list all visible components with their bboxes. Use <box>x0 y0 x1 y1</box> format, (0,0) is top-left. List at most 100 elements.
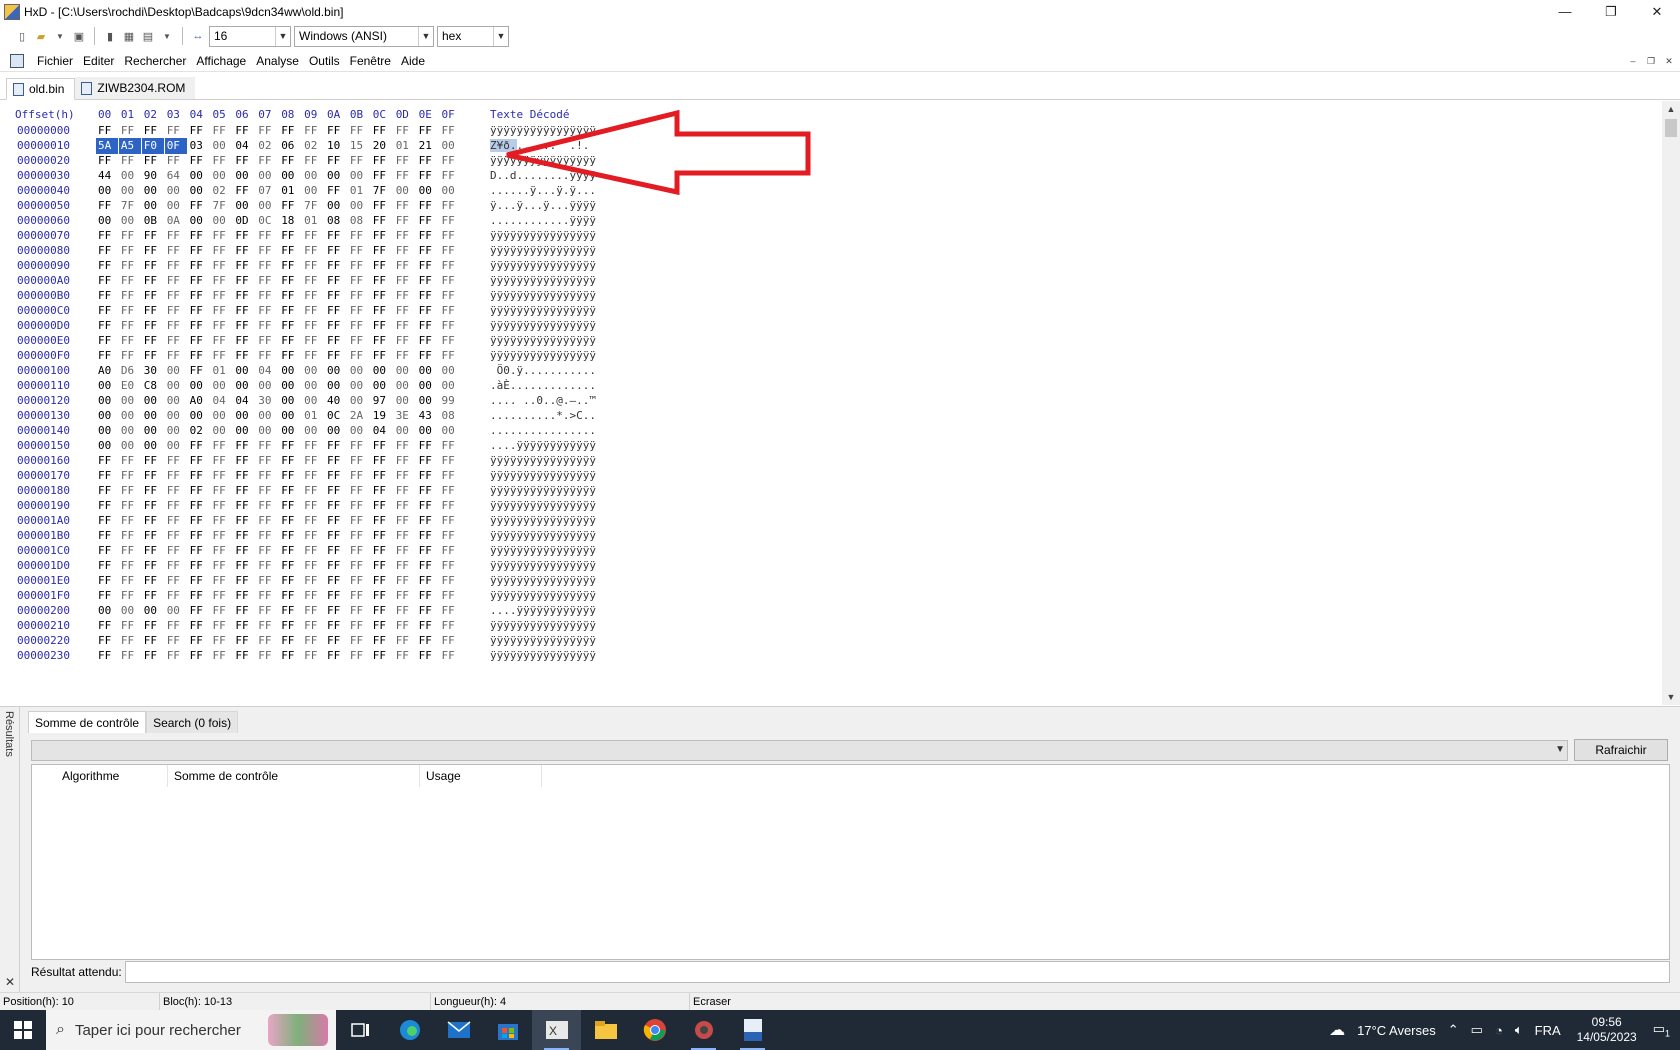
hex-byte[interactable]: 00 <box>419 423 439 439</box>
hex-byte[interactable]: FF <box>442 603 462 619</box>
hex-byte[interactable]: 00 <box>442 138 462 154</box>
hex-byte[interactable]: FF <box>373 528 393 544</box>
hex-byte[interactable]: FF <box>327 528 347 544</box>
hex-byte[interactable]: FF <box>258 258 278 274</box>
hex-byte[interactable]: FF <box>304 468 324 484</box>
hex-byte[interactable]: FF <box>419 273 439 289</box>
hex-byte[interactable]: 0A <box>167 213 187 229</box>
hex-byte[interactable]: FF <box>281 603 301 619</box>
hex-byte[interactable]: 08 <box>350 213 370 229</box>
hex-byte[interactable]: FF <box>167 498 187 514</box>
hex-byte[interactable]: FF <box>190 288 210 304</box>
hex-byte[interactable]: FF <box>190 333 210 349</box>
hex-byte[interactable]: FF <box>442 348 462 364</box>
hex-byte[interactable]: FF <box>121 498 141 514</box>
hex-byte[interactable]: FF <box>98 588 118 604</box>
hex-byte[interactable]: FF <box>98 498 118 514</box>
hex-byte[interactable]: 00 <box>144 183 164 199</box>
hex-byte[interactable]: FF <box>213 243 233 259</box>
hex-byte[interactable]: FF <box>373 288 393 304</box>
task-view-icon[interactable] <box>336 1010 385 1050</box>
hex-byte[interactable]: FF <box>98 633 118 649</box>
hex-byte[interactable]: FF <box>396 258 416 274</box>
hex-byte[interactable]: FF <box>213 558 233 574</box>
decoded-text[interactable]: ÿÿÿÿÿÿÿÿÿÿÿÿÿÿÿÿ <box>490 288 596 304</box>
hex-byte[interactable]: 00 <box>213 408 233 424</box>
hex-byte[interactable]: 7F <box>213 198 233 214</box>
decoded-text[interactable]: ÿÿÿÿÿÿÿÿÿÿÿÿÿÿÿÿ <box>490 588 596 604</box>
hex-byte[interactable]: FF <box>442 303 462 319</box>
hex-byte[interactable]: 10 <box>327 138 347 154</box>
hex-byte[interactable]: FF <box>304 573 324 589</box>
hex-byte[interactable]: FF <box>304 348 324 364</box>
hex-byte[interactable]: 0F <box>164 138 187 154</box>
hex-byte[interactable]: FF <box>304 543 324 559</box>
column-somme-de-controle[interactable]: Somme de contrôle <box>168 765 420 787</box>
hex-byte[interactable]: FF <box>419 558 439 574</box>
hex-byte[interactable]: FF <box>121 633 141 649</box>
weather-icon[interactable]: ☁ <box>1329 1020 1345 1040</box>
hex-byte[interactable]: FF <box>121 453 141 469</box>
taskbar-search[interactable]: ⌕ Taper ici pour rechercher <box>46 1010 336 1050</box>
hex-byte[interactable]: FF <box>373 198 393 214</box>
mdi-close-icon[interactable]: ✕ <box>1662 54 1676 68</box>
hex-byte[interactable]: FF <box>258 453 278 469</box>
hex-byte[interactable]: FF <box>190 528 210 544</box>
hex-byte[interactable]: 00 <box>373 363 393 379</box>
hex-row[interactable]: 00000210 FF FF FF FF FF FF FF FF FF FF FF FF FF FF FF FF… <box>0 618 640 634</box>
hex-byte[interactable]: 97 <box>373 393 393 409</box>
hex-byte[interactable]: FF <box>167 453 187 469</box>
hex-byte[interactable]: 00 <box>350 393 370 409</box>
hex-byte[interactable]: FF <box>373 558 393 574</box>
decoded-text[interactable]: ÿÿÿÿÿÿÿÿÿÿÿÿÿÿÿÿ <box>490 633 596 649</box>
decoded-text[interactable]: ....ÿÿÿÿÿÿÿÿÿÿÿÿ <box>490 438 596 454</box>
hex-byte[interactable]: FF <box>281 198 301 214</box>
chrome-icon[interactable] <box>630 1010 679 1050</box>
hex-byte[interactable]: 00 <box>167 393 187 409</box>
hex-byte[interactable]: 00 <box>167 198 187 214</box>
hex-byte[interactable]: FF <box>373 648 393 664</box>
hex-byte[interactable]: 00 <box>98 393 118 409</box>
hex-byte[interactable]: FF <box>396 303 416 319</box>
hex-byte[interactable]: FF <box>121 288 141 304</box>
hex-byte[interactable]: FF <box>167 303 187 319</box>
hex-byte[interactable]: FF <box>281 648 301 664</box>
hex-byte[interactable]: FF <box>327 453 347 469</box>
close-button[interactable]: ✕ <box>1634 0 1680 23</box>
hex-byte[interactable]: FF <box>396 153 416 169</box>
hex-byte[interactable]: FF <box>190 618 210 634</box>
hex-byte[interactable]: FF <box>121 273 141 289</box>
hex-byte[interactable]: FF <box>190 258 210 274</box>
hex-byte[interactable]: FF <box>396 468 416 484</box>
hex-byte[interactable]: FF <box>258 603 278 619</box>
hex-byte[interactable]: FF <box>144 258 164 274</box>
hex-byte[interactable]: 00 <box>98 423 118 439</box>
new-file-icon[interactable]: ▯ <box>14 28 30 44</box>
decoded-text[interactable]: ÿÿÿÿÿÿÿÿÿÿÿÿÿÿÿÿ <box>490 258 596 274</box>
hex-byte[interactable]: FF <box>121 303 141 319</box>
hex-byte[interactable]: A0 <box>98 363 118 379</box>
hex-byte[interactable]: 00 <box>327 363 347 379</box>
hex-byte[interactable]: FF <box>190 573 210 589</box>
hex-byte[interactable]: FF <box>213 153 233 169</box>
hex-byte[interactable]: FF <box>350 333 370 349</box>
hex-byte[interactable]: FF <box>98 513 118 529</box>
hex-byte[interactable]: FF <box>190 243 210 259</box>
hex-byte[interactable]: FF <box>258 123 278 139</box>
hex-byte[interactable]: FF <box>167 153 187 169</box>
hex-byte[interactable]: FF <box>442 648 462 664</box>
hex-row[interactable]: 000000E0 FF FF FF FF FF FF FF FF FF FF FF FF FF FF FF FF… <box>0 333 640 349</box>
hex-byte[interactable]: FF <box>327 318 347 334</box>
hex-byte[interactable]: FF <box>396 213 416 229</box>
hex-byte[interactable]: FF <box>121 513 141 529</box>
hex-byte[interactable]: FF <box>235 258 255 274</box>
hex-byte[interactable]: 00 <box>350 423 370 439</box>
hex-byte[interactable]: FF <box>304 558 324 574</box>
hex-byte[interactable]: FF <box>258 333 278 349</box>
hex-byte[interactable]: FF <box>121 618 141 634</box>
hex-byte[interactable]: FF <box>442 168 462 184</box>
hex-row[interactable]: 00000200 00 00 00 00 FF FF FF FF FF FF FF FF FF FF FF FF… <box>0 603 640 619</box>
hex-row[interactable]: 000000C0 FF FF FF FF FF FF FF FF FF FF FF FF FF FF FF FF… <box>0 303 640 319</box>
hex-byte[interactable]: FF <box>167 318 187 334</box>
hex-byte[interactable]: FF <box>281 438 301 454</box>
